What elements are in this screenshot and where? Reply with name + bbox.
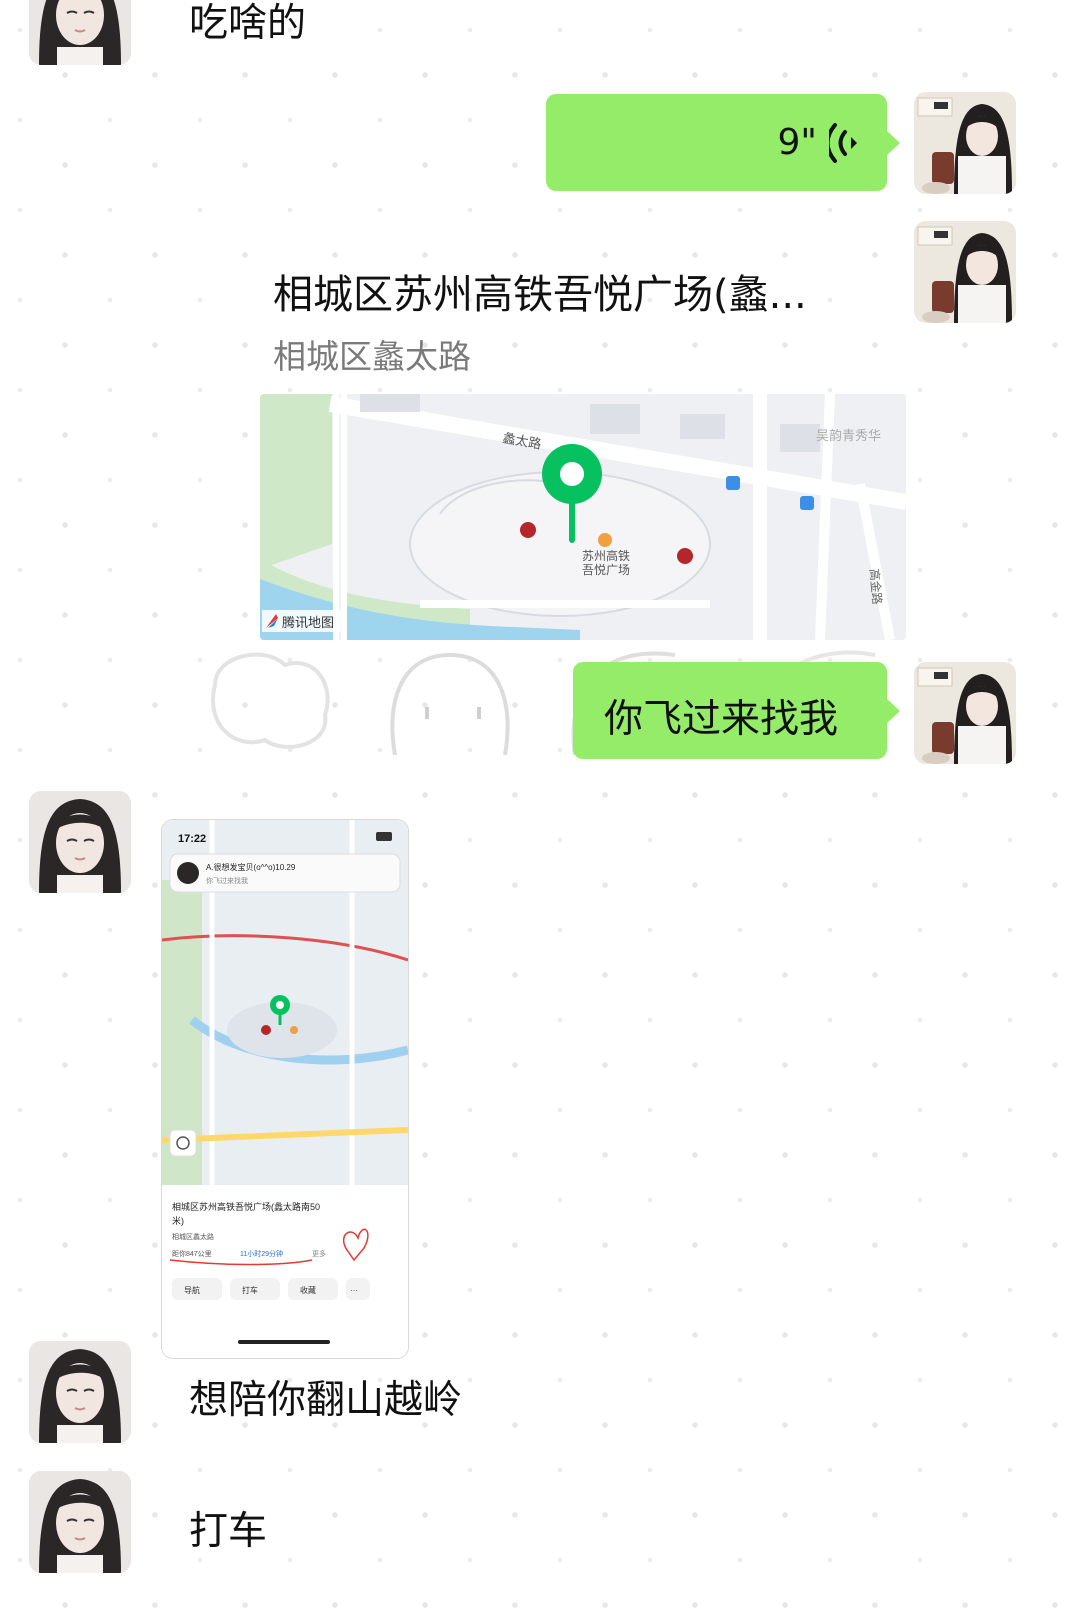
location-card[interactable]: 相城区苏州高铁吾悦广场(蠡... 相城区蠡太路 蠡太路 吴韵青秀华 高金路 苏州…: [258, 232, 906, 640]
my-avatar[interactable]: [914, 92, 1016, 194]
my-avatar[interactable]: [914, 221, 1016, 323]
voice-message-bubble[interactable]: 9": [546, 94, 900, 191]
message-text[interactable]: 打车: [189, 1500, 267, 1556]
contact-avatar[interactable]: [29, 1341, 131, 1443]
card-title: 相城区苏州高铁吾悦广场(蠡太路南50: [172, 1201, 320, 1212]
map-graphic: 蠡太路 吴韵青秀华 高金路 苏州高铁 吾悦广场 腾讯地图: [260, 394, 906, 640]
contact-avatar[interactable]: [29, 0, 131, 65]
btn-more: ···: [350, 1286, 358, 1295]
map-provider-label: 腾讯地图: [282, 615, 334, 630]
btn-nav: 导航: [184, 1285, 200, 1295]
text-message-bubble[interactable]: 你飞过来找我: [573, 662, 900, 759]
btn-taxi: 打车: [242, 1285, 258, 1295]
location-title: 相城区苏州高铁吾悦广场(蠡...: [273, 272, 807, 318]
location-map[interactable]: 蠡太路 吴韵青秀华 高金路 苏州高铁 吾悦广场 腾讯地图: [260, 394, 906, 640]
card-time: 11小时29分钟: [240, 1249, 283, 1258]
contact-avatar[interactable]: [29, 791, 131, 893]
message-text[interactable]: 想陪你翻山越岭: [189, 1369, 462, 1425]
poi-label: 苏州高铁: [582, 548, 630, 563]
card-distance: 距你847公里: [172, 1249, 212, 1258]
message-text: 你飞过来找我: [604, 697, 839, 742]
side-road-label: 高金路: [867, 568, 885, 605]
status-time: 17:22: [178, 833, 206, 845]
voice-duration: 9": [777, 122, 817, 163]
notif-sub: 你飞过来找我: [206, 876, 248, 885]
message-text[interactable]: 吃啥的: [189, 0, 306, 48]
svg-text:吾悦广场: 吾悦广场: [582, 563, 630, 577]
card-more: 更多: [312, 1249, 326, 1258]
voice-wave-icon: [829, 123, 857, 163]
screenshot-image: 17:22 A.很想发宝贝(o^^o)10.29 你飞过来找我 相城区苏州高铁吾…: [162, 820, 408, 1358]
corner-label: 吴韵青秀华: [816, 428, 881, 443]
contact-avatar[interactable]: [29, 1471, 131, 1573]
location-address: 相城区蠡太路: [273, 337, 471, 376]
my-avatar[interactable]: [914, 662, 1016, 764]
image-message[interactable]: 17:22 A.很想发宝贝(o^^o)10.29 你飞过来找我 相城区苏州高铁吾…: [161, 819, 409, 1359]
svg-text:米): 米): [172, 1215, 184, 1226]
card-addr: 相城区蠡太路: [172, 1232, 214, 1241]
btn-fav: 收藏: [300, 1285, 316, 1295]
notif-title: A.很想发宝贝(o^^o)10.29: [206, 862, 296, 872]
